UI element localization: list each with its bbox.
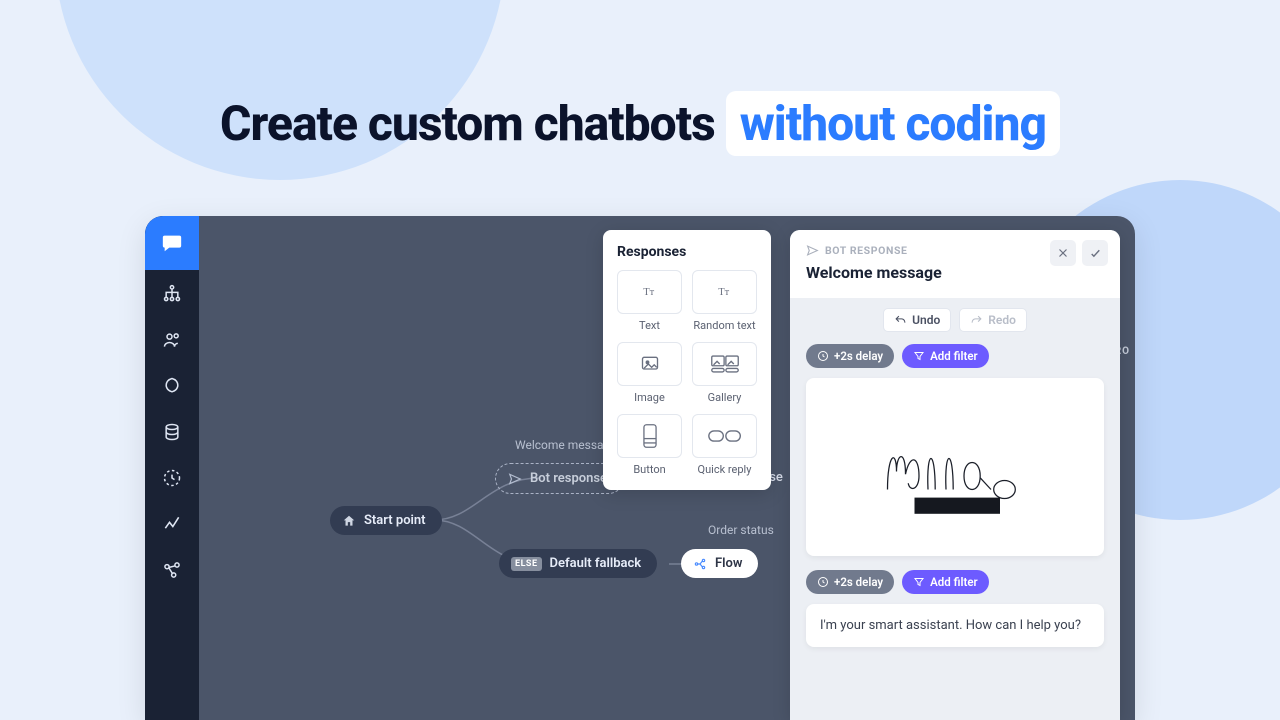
response-label: Button — [617, 463, 682, 476]
response-label: Image — [617, 391, 682, 404]
nav-analytics-icon[interactable] — [145, 502, 199, 546]
add-filter-chip[interactable]: Add filter — [902, 344, 989, 368]
response-label: Random text — [692, 319, 757, 332]
responses-panel: Responses Tт Text Tт Random text Image G… — [603, 230, 771, 490]
text-icon: Tт — [639, 283, 661, 301]
undo-label: Undo — [912, 313, 940, 327]
close-icon — [1057, 247, 1069, 259]
clock-icon — [817, 576, 829, 588]
node-label: Start point — [364, 513, 426, 528]
clock-icon — [817, 350, 829, 362]
response-type-text[interactable]: Tт Text — [617, 270, 682, 332]
gallery-icon — [710, 353, 740, 375]
image-icon — [639, 354, 661, 374]
nav-activity-icon[interactable] — [145, 456, 199, 500]
node-default-fallback[interactable]: ELSE Default fallback — [499, 549, 657, 578]
svg-text:Tт: Tт — [643, 287, 654, 298]
background-blob — [55, 0, 505, 180]
nav-ai-icon[interactable] — [145, 364, 199, 408]
text-icon: Tт — [714, 283, 736, 301]
response-type-gallery[interactable]: Gallery — [692, 342, 757, 404]
node-label: Bot response — [530, 471, 607, 486]
app-logo[interactable] — [145, 216, 199, 270]
send-icon — [806, 244, 819, 257]
confirm-button[interactable] — [1082, 240, 1108, 266]
headline-highlight: without coding — [726, 91, 1060, 156]
image-card[interactable] — [806, 378, 1104, 556]
headline: Create custom chatbots without coding — [0, 95, 1280, 152]
redo-button[interactable]: Redo — [959, 308, 1027, 332]
close-button[interactable] — [1050, 240, 1076, 266]
message-text: I'm your smart assistant. How can I help… — [820, 618, 1081, 633]
quick-reply-icon — [708, 429, 742, 443]
redo-label: Redo — [988, 313, 1016, 327]
home-icon — [342, 514, 356, 528]
hello-image — [820, 392, 1090, 542]
delay-chip[interactable]: +2s delay — [806, 344, 894, 368]
filter-icon — [913, 350, 925, 362]
response-type-quick-reply[interactable]: Quick reply — [692, 414, 757, 476]
nav-integrations-icon[interactable] — [145, 548, 199, 592]
undo-button[interactable]: Undo — [883, 308, 951, 332]
node-label: Flow — [715, 556, 742, 571]
delay-chip[interactable]: +2s delay — [806, 570, 894, 594]
flow-icon — [693, 557, 707, 571]
sidebar — [145, 216, 199, 720]
check-icon — [1089, 247, 1102, 260]
node-start-point[interactable]: Start point — [330, 506, 442, 535]
node-flow[interactable]: Flow — [681, 549, 758, 578]
nav-users-icon[interactable] — [145, 318, 199, 362]
svg-text:Tт: Tт — [718, 287, 729, 298]
chip-label: +2s delay — [834, 349, 883, 363]
text-message-card[interactable]: I'm your smart assistant. How can I help… — [806, 604, 1104, 647]
send-icon — [508, 472, 522, 486]
filter-icon — [913, 576, 925, 588]
node-label: Default fallback — [550, 556, 642, 571]
response-type-image[interactable]: Image — [617, 342, 682, 404]
undo-icon — [894, 314, 907, 327]
detail-kicker: BOT RESPONSE — [825, 244, 908, 257]
detail-header: BOT RESPONSE Welcome message — [790, 230, 1120, 298]
responses-title: Responses — [617, 244, 757, 260]
chip-label: Add filter — [930, 575, 978, 589]
response-label: Gallery — [692, 391, 757, 404]
node-caption: Order status — [708, 523, 774, 537]
detail-panel: BOT RESPONSE Welcome message Undo Redo +… — [790, 230, 1120, 720]
chip-label: +2s delay — [834, 575, 883, 589]
app-window: Start point Welcome message Bot response… — [145, 216, 1135, 720]
response-type-button[interactable]: Button — [617, 414, 682, 476]
add-filter-chip[interactable]: Add filter — [902, 570, 989, 594]
response-type-random-text[interactable]: Tт Random text — [692, 270, 757, 332]
headline-prefix: Create custom chatbots — [220, 95, 715, 152]
nav-flows-icon[interactable] — [145, 272, 199, 316]
response-label: Quick reply — [692, 463, 757, 476]
chip-label: Add filter — [930, 349, 978, 363]
button-icon — [641, 423, 659, 449]
else-badge: ELSE — [511, 557, 542, 571]
redo-icon — [970, 314, 983, 327]
node-caption: Welcome message — [515, 438, 617, 452]
nav-data-icon[interactable] — [145, 410, 199, 454]
response-label: Text — [617, 319, 682, 332]
